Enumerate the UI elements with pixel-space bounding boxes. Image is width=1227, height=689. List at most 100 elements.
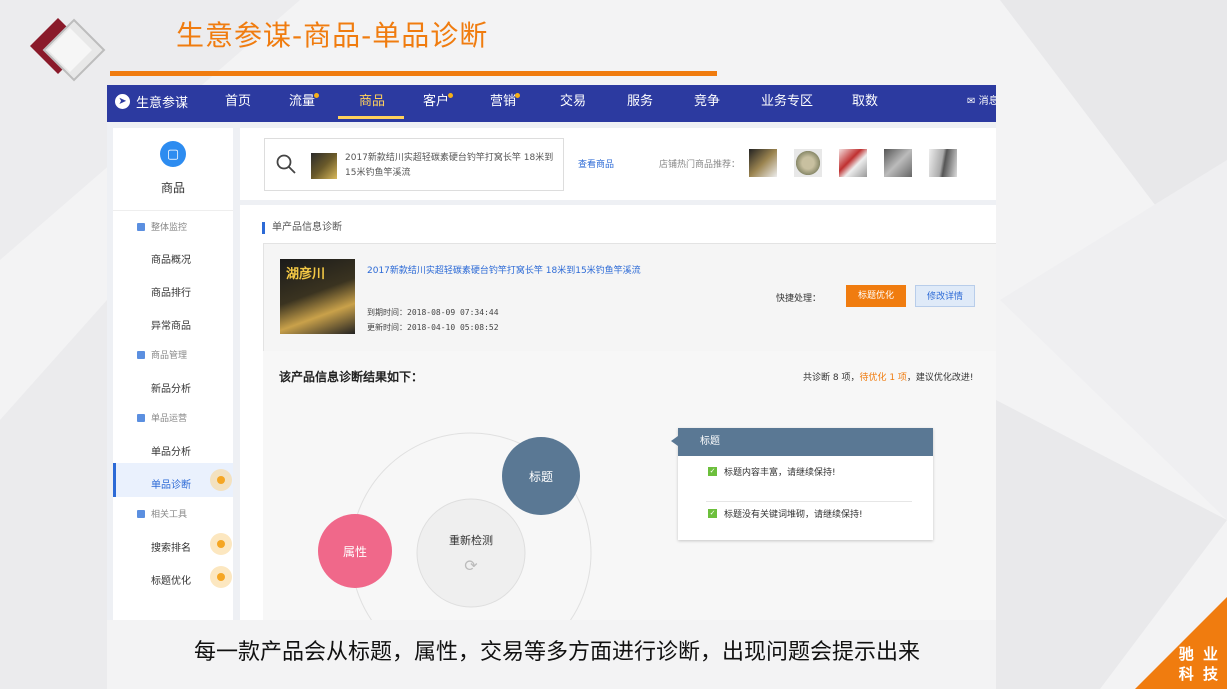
sidebar-title: 商品: [160, 181, 185, 195]
product-card: 湖彦川 2017新款结川实超轻碳素硬台钓竿打窝长竿 18米到15米钓鱼竿溪流 到…: [263, 243, 996, 353]
click-indicator: [210, 469, 232, 491]
product-search-box[interactable]: 2017新款结川实超轻碳素硬台钓竿打窝长竿 18米到15米钓鱼竿溪流: [264, 138, 564, 191]
message-label: 消息: [978, 96, 996, 107]
message-link[interactable]: ✉ 消息: [967, 85, 996, 118]
sidebar-group-manage: 商品管理: [137, 348, 187, 361]
hot-product-thumb[interactable]: [749, 149, 777, 177]
search-panel: 2017新款结川实超轻碳素硬台钓竿打窝长竿 18米到15米钓鱼竿溪流 查看商品 …: [240, 128, 996, 200]
diagnosis-item-text: 标题没有关键词堆砌，请继续保持!: [724, 510, 863, 520]
nav-goods[interactable]: 商品: [359, 85, 385, 118]
search-icon[interactable]: [275, 153, 297, 175]
title-diagnosis-card: 标题 ✓ 标题内容丰富，请继续保持! ✓ 标题没有关键词堆砌，请继续保持!: [671, 428, 933, 540]
sidebar-group-monitor: 整体监控: [137, 220, 187, 233]
sidebar-item-new-analysis[interactable]: 新品分析: [151, 380, 191, 395]
sidebar-item-single-diagnosis[interactable]: 单品诊断: [151, 476, 191, 491]
quick-action-label: 快捷处理：: [776, 294, 822, 304]
sidebar-group-label: 整体监控: [151, 223, 188, 233]
mail-icon: ✉: [967, 96, 976, 107]
section-title: 单产品信息诊断: [262, 222, 342, 234]
recheck-label: 重新检测: [449, 533, 493, 547]
update-label: 更新时间：: [367, 323, 407, 332]
check-icon: ✓: [708, 509, 717, 518]
sidebar-group-label: 单品运营: [151, 414, 188, 424]
diagnosis-item-text: 标题内容丰富，请继续保持!: [724, 468, 836, 478]
sidebar-item-title-optimize[interactable]: 标题优化: [151, 572, 191, 587]
hot-product-thumb[interactable]: [929, 149, 957, 177]
sidebar: ▢ 商品 整体监控 商品概况 商品排行 异常商品 商品管理 新品分析 单品运营 …: [113, 128, 233, 620]
refresh-icon: ⟳: [464, 555, 478, 575]
product-thumbnail: [311, 153, 337, 179]
sidebar-item-abnormal[interactable]: 异常商品: [151, 317, 191, 332]
hot-product-thumb[interactable]: [884, 149, 912, 177]
hot-products-label: 店铺热门商品推荐：: [659, 160, 741, 170]
sidebar-divider: [113, 210, 233, 211]
brand-line2: 科 技: [1178, 665, 1220, 683]
app-window: ➤ 生意参谋 首页 流量 商品 客户 营销 交易 服务 竞争 业务专区 取数 ✉…: [107, 85, 996, 620]
check-icon: ✓: [708, 467, 717, 476]
sidebar-group-label: 商品管理: [151, 351, 188, 361]
corner-brand: 驰 业 科 技: [1179, 644, 1220, 684]
view-product-link[interactable]: 查看商品: [578, 157, 614, 170]
nav-business[interactable]: 业务专区: [761, 85, 813, 118]
slide-title: 生意参谋-商品-单品诊断: [176, 19, 489, 52]
nav-customer-dot: [448, 93, 453, 98]
bubble-attribute[interactable]: 属性: [318, 514, 392, 588]
doc-icon: [137, 350, 145, 359]
expire-time: 2018-08-09 07:34:44: [407, 308, 499, 317]
diagnosis-item: ✓ 标题内容丰富，请继续保持!: [708, 465, 836, 478]
result-area: 该产品信息诊断结果如下： 共诊断 8 项，待优化 1 项，建议优化改进! 标题 …: [263, 351, 996, 620]
diagnosis-panel: 单产品信息诊断 湖彦川 2017新款结川实超轻碳素硬台钓竿打窝长竿 18米到15…: [240, 205, 996, 620]
sidebar-item-search-rank[interactable]: 搜索排名: [151, 539, 191, 554]
card-header: 标题: [678, 428, 933, 456]
nav-marketing-dot: [515, 93, 520, 98]
recheck-button[interactable]: 重新检测 ⟳: [417, 499, 525, 607]
brand-label: 生意参谋: [136, 96, 189, 111]
nav-fetch[interactable]: 取数: [852, 85, 878, 118]
doc-icon: [137, 413, 145, 422]
bubble-title-label: 标题: [528, 469, 553, 484]
top-nav: ➤ 生意参谋 首页 流量 商品 客户 营销 交易 服务 竞争 业务专区 取数 ✉…: [107, 85, 996, 122]
slide-caption: 每一款产品会从标题，属性，交易等多方面进行诊断，出现问题会提示出来: [194, 640, 921, 665]
product-name-link[interactable]: 2017新款结川实超轻碳素硬台钓竿打窝长竿 18米到15米钓鱼竿溪流: [367, 263, 641, 276]
bubble-attribute-label: 属性: [342, 544, 367, 559]
click-indicator: [210, 533, 232, 555]
update-time: 2018-04-10 05:08:52: [407, 323, 499, 332]
hot-product-thumb[interactable]: [794, 149, 822, 177]
doc-icon: [137, 509, 145, 518]
update-time-row: 更新时间：2018-04-10 05:08:52: [367, 322, 499, 333]
sidebar-active-bar: [113, 463, 116, 497]
sidebar-group-single: 单品运营: [137, 411, 187, 424]
diagnosis-item: ✓ 标题没有关键词堆砌，请继续保持!: [708, 507, 863, 520]
sidebar-group-label: 相关工具: [151, 510, 188, 520]
sidebar-group-tools: 相关工具: [137, 507, 187, 520]
nav-traffic-dot: [314, 93, 319, 98]
sidebar-item-ranking[interactable]: 商品排行: [151, 284, 191, 299]
nav-customer[interactable]: 客户: [423, 85, 449, 118]
edit-detail-button[interactable]: 修改详情: [915, 285, 975, 307]
sidebar-item-single-analysis[interactable]: 单品分析: [151, 443, 191, 458]
nav-traffic[interactable]: 流量: [289, 85, 315, 118]
search-product-text: 2017新款结川实超轻碳素硬台钓竿打窝长竿 18米到15米钓鱼竿溪流: [345, 153, 554, 178]
title-optimize-button[interactable]: 标题优化: [846, 285, 906, 307]
doc-icon: [137, 222, 145, 231]
nav-home[interactable]: 首页: [225, 85, 251, 118]
title-underline: [110, 71, 717, 76]
card-pointer: [671, 436, 678, 446]
card-divider: [706, 501, 912, 502]
nav-service[interactable]: 服务: [627, 85, 653, 118]
brand-line1: 驰 业: [1178, 645, 1220, 663]
product-image[interactable]: 湖彦川: [280, 259, 355, 334]
product-image-text: 湖彦川: [286, 267, 326, 282]
goods-category-icon: ▢: [160, 141, 186, 167]
brand[interactable]: ➤ 生意参谋: [115, 85, 188, 118]
bubble-title[interactable]: 标题: [502, 437, 580, 515]
nav-marketing[interactable]: 营销: [490, 85, 516, 118]
nav-trade[interactable]: 交易: [560, 85, 586, 118]
expire-label: 到期时间：: [367, 308, 407, 317]
nav-active-underline: [338, 116, 404, 119]
hot-product-thumb[interactable]: [839, 149, 867, 177]
sidebar-item-overview[interactable]: 商品概况: [151, 251, 191, 266]
click-indicator: [210, 566, 232, 588]
nav-compete[interactable]: 竞争: [694, 85, 720, 118]
logo-diamonds-icon: [30, 18, 106, 82]
